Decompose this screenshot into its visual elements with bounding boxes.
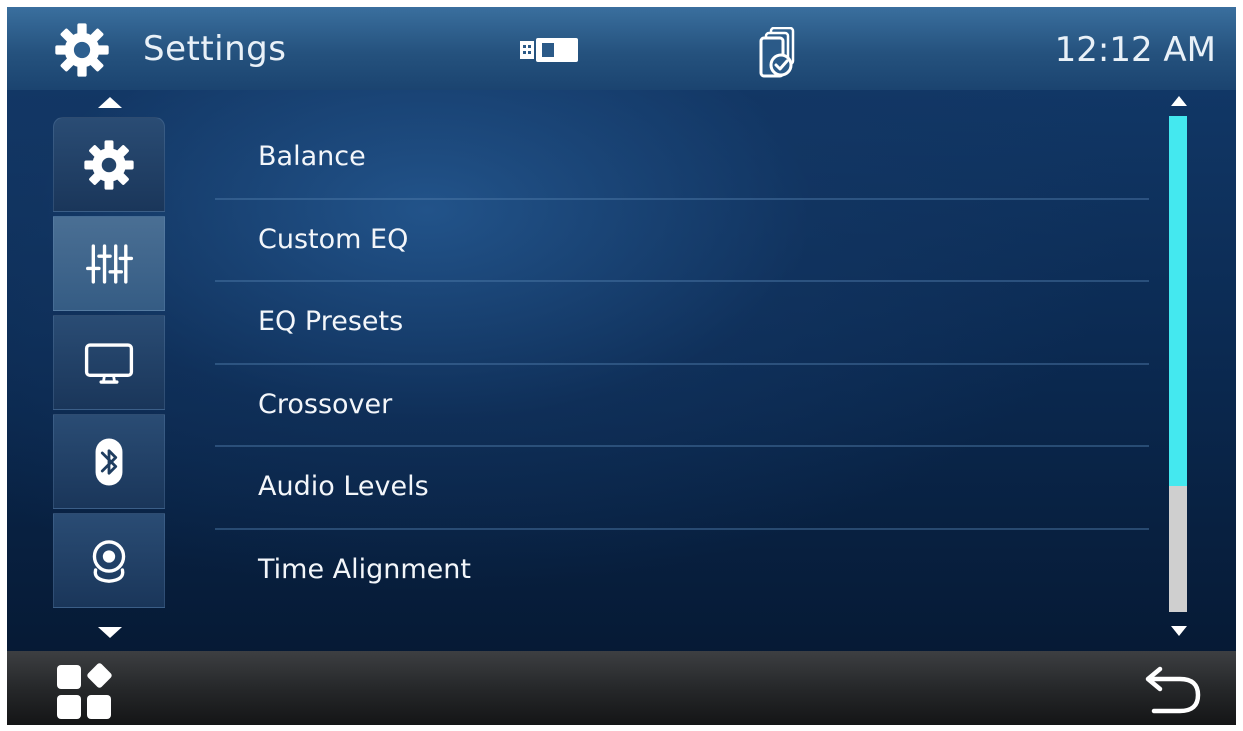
screen: Settings 12:12 AM Balance Custom EQ EQ P… <box>7 7 1236 725</box>
camera-icon <box>92 539 126 583</box>
menu-item-crossover[interactable]: Crossover <box>215 365 1149 447</box>
usb-icon <box>520 38 580 62</box>
menu-item-audio-levels[interactable]: Audio Levels <box>215 447 1149 530</box>
scrollbar-track[interactable] <box>1169 116 1187 612</box>
sidebar-scroll-up-icon[interactable] <box>98 97 122 108</box>
menu-item-label: Balance <box>258 141 366 172</box>
back-arrow-icon[interactable] <box>1142 665 1206 715</box>
sidebar-item-audio[interactable] <box>53 216 165 311</box>
sidebar-item-display[interactable] <box>53 315 165 410</box>
gear-icon <box>84 139 134 190</box>
clock: 12:12 AM <box>1054 30 1216 70</box>
bluetooth-icon <box>95 437 123 486</box>
equalizer-sliders-icon <box>86 243 134 284</box>
footer-bar <box>7 651 1236 725</box>
page-title: Settings <box>143 29 287 69</box>
menu-item-label: EQ Presets <box>258 306 404 337</box>
menu-item-label: Time Alignment <box>258 553 471 585</box>
scroll-down-icon[interactable] <box>1171 626 1187 636</box>
menu-item-label: Audio Levels <box>258 471 429 502</box>
sidebar-item-camera[interactable] <box>53 513 165 608</box>
menu-item-time-alignment[interactable]: Time Alignment <box>215 530 1149 613</box>
main-content: Balance Custom EQ EQ Presets Crossover A… <box>7 90 1236 651</box>
header-bar: Settings 12:12 AM <box>7 7 1236 90</box>
settings-menu-list: Balance Custom EQ EQ Presets Crossover A… <box>215 117 1149 612</box>
gear-icon[interactable] <box>53 21 111 79</box>
sidebar-scroll-down-icon[interactable] <box>98 627 122 638</box>
scrollbar-thumb[interactable] <box>1169 116 1187 486</box>
menu-item-balance[interactable]: Balance <box>215 117 1149 200</box>
monitor-icon <box>84 342 134 384</box>
menu-item-eq-presets[interactable]: EQ Presets <box>215 282 1149 365</box>
sidebar-item-general[interactable] <box>53 117 165 212</box>
menu-item-custom-eq[interactable]: Custom EQ <box>215 200 1149 282</box>
apps-grid-icon[interactable] <box>55 663 113 721</box>
phone-connected-icon <box>759 26 799 79</box>
sidebar-item-bluetooth[interactable] <box>53 414 165 509</box>
menu-item-label: Crossover <box>258 388 393 420</box>
menu-item-label: Custom EQ <box>258 223 409 255</box>
scroll-up-icon[interactable] <box>1171 96 1187 106</box>
